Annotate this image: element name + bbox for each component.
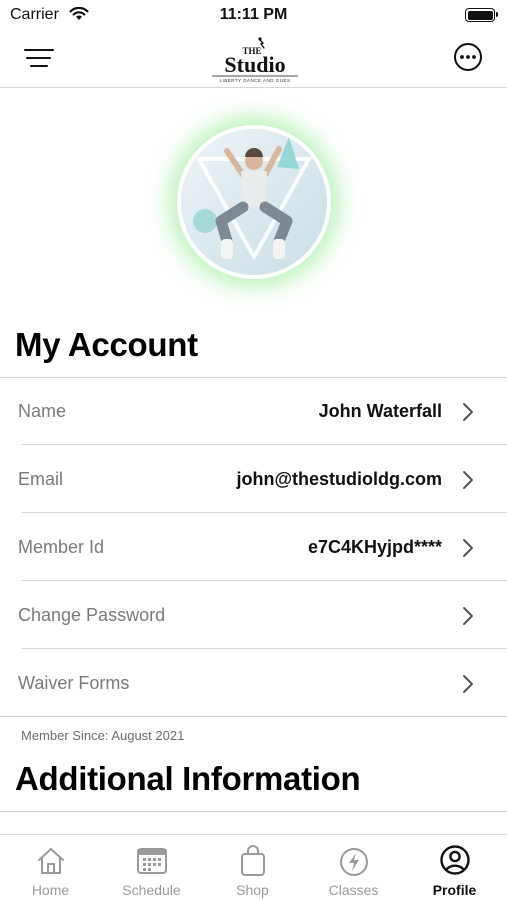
email-row[interactable]: Email john@thestudioldg.com [0,445,507,513]
profile-avatar[interactable] [177,125,331,279]
menu-icon [24,49,54,51]
studio-logo: THE Studio LIBERTY DANCE AND GUES [212,37,298,83]
row-value: John Waterfall [318,401,442,421]
calendar-icon [136,848,167,874]
nav-bar: THE Studio LIBERTY DANCE AND GUES [0,32,507,88]
additional-information-title: Additional Information [15,760,361,797]
tab-label: Shop [236,882,269,898]
shopping-bag-icon [240,845,265,876]
tab-shop[interactable]: Shop [202,835,303,900]
status-bar: Carrier 11:11 PM [0,0,507,32]
member-since-text: Member Since: August 2021 [21,728,185,743]
battery-icon [465,8,498,22]
chevron-right-icon [463,675,473,693]
dancer-photo [181,129,327,275]
row-label: Email [18,469,64,489]
row-value: john@thestudioldg.com [236,469,442,489]
change-password-row[interactable]: Change Password [0,581,507,649]
home-icon [37,848,64,874]
tab-label: Schedule [122,882,181,898]
status-time: 11:11 PM [219,6,288,23]
row-label: Waiver Forms [18,673,130,693]
row-label: Member Id [18,537,105,557]
more-options-icon[interactable] [453,42,483,72]
my-account-title: My Account [15,326,198,363]
svg-text:LIBERTY DANCE AND GUES: LIBERTY DANCE AND GUES [219,78,290,83]
row-label: Name [18,401,67,421]
tab-schedule[interactable]: Schedule [101,835,202,900]
chevron-right-icon [463,539,473,557]
lightning-icon [339,848,368,876]
chevron-right-icon [463,403,473,421]
tab-label: Home [31,882,70,898]
svg-text:Studio: Studio [224,52,285,77]
member-id-row[interactable]: Member Id e7C4KHyjpd**** [0,513,507,581]
section-divider [0,716,507,717]
chevron-right-icon [463,471,473,489]
waiver-forms-row[interactable]: Waiver Forms [0,649,507,717]
tab-label: Profile [432,882,477,898]
tab-classes[interactable]: Classes [303,835,404,900]
tab-home[interactable]: Home [0,835,101,900]
tab-bar: Home Schedule Shop Classes Profile [0,834,507,900]
menu-button[interactable] [24,46,56,70]
tab-label: Classes [328,882,379,898]
row-label: Change Password [18,605,166,625]
chevron-right-icon [463,607,473,625]
row-value: e7C4KHyjpd**** [307,537,442,557]
tab-profile[interactable]: Profile [404,835,505,900]
profile-icon [439,845,470,875]
section-divider [0,811,507,812]
name-row[interactable]: Name John Waterfall [0,377,507,445]
